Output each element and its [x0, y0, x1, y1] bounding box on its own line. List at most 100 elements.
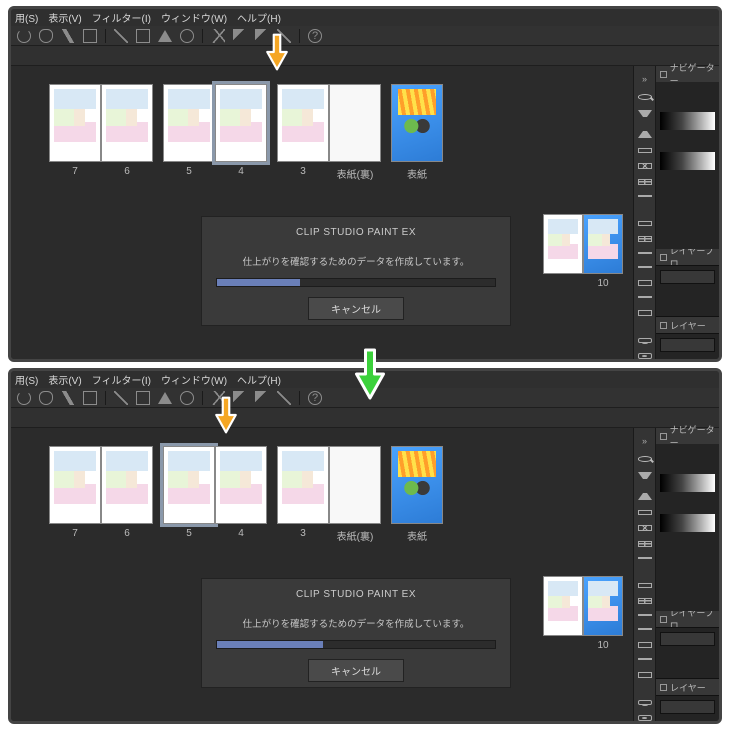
- layer-property-palette-body[interactable]: [656, 627, 719, 679]
- page-thumbnail[interactable]: [391, 84, 443, 162]
- rect-icon[interactable]: [638, 672, 652, 678]
- page-thumbnail[interactable]: [583, 214, 623, 274]
- page-thumbnail[interactable]: [215, 446, 267, 524]
- layer-palette-header[interactable]: レイヤー: [656, 679, 719, 695]
- page-manager[interactable]: 76543表紙(裏)表紙10CLIP STUDIO PAINT EX仕上がりを確…: [11, 66, 633, 362]
- cancel-button[interactable]: キャンセル: [308, 297, 404, 320]
- brush-icon[interactable]: [61, 29, 75, 43]
- help-icon[interactable]: ?: [308, 29, 322, 43]
- layer-palette-body[interactable]: [656, 695, 719, 724]
- pencil-icon[interactable]: [255, 391, 269, 405]
- rect-icon[interactable]: [638, 148, 652, 154]
- up-icon[interactable]: [638, 129, 652, 138]
- rect-icon[interactable]: [83, 29, 97, 43]
- pencil-icon[interactable]: [233, 29, 247, 43]
- help-icon[interactable]: ?: [308, 391, 322, 405]
- bars-icon[interactable]: [638, 614, 652, 618]
- page-thumbnail[interactable]: [543, 214, 583, 274]
- reload-icon[interactable]: [17, 391, 31, 405]
- layer-palette-header[interactable]: レイヤー: [656, 317, 719, 333]
- menu-item[interactable]: フィルター(I): [92, 10, 151, 25]
- page-thumbnail[interactable]: [329, 446, 381, 524]
- rect-icon[interactable]: [136, 29, 150, 43]
- menu-item[interactable]: ウィンドウ(W): [161, 372, 227, 387]
- rect-icon[interactable]: [136, 391, 150, 405]
- zoom-icon[interactable]: [638, 94, 652, 100]
- diag-icon[interactable]: [114, 391, 128, 405]
- layer-row[interactable]: [660, 632, 715, 646]
- rect-icon[interactable]: [638, 310, 652, 316]
- rect-icon[interactable]: [83, 391, 97, 405]
- page-thumbnail[interactable]: [391, 446, 443, 524]
- bars-icon[interactable]: [638, 266, 652, 270]
- menu-item[interactable]: 用(S): [15, 372, 38, 387]
- layer-row[interactable]: [660, 700, 715, 714]
- cancel-button[interactable]: キャンセル: [308, 659, 404, 682]
- menu-item[interactable]: フィルター(I): [92, 372, 151, 387]
- circ-icon[interactable]: [180, 29, 194, 43]
- page-thumbnail[interactable]: [583, 576, 623, 636]
- page-thumbnail[interactable]: [49, 84, 101, 162]
- diag-icon[interactable]: [277, 29, 291, 43]
- page-thumbnail[interactable]: [215, 84, 267, 162]
- rect-icon[interactable]: [638, 583, 652, 589]
- bars-icon[interactable]: [638, 252, 652, 256]
- layer-property-palette-header[interactable]: レイヤープロ: [656, 249, 719, 265]
- diag-icon[interactable]: [277, 391, 291, 405]
- chk-icon[interactable]: [211, 391, 225, 405]
- up-icon[interactable]: [638, 491, 652, 500]
- circ-icon[interactable]: [180, 391, 194, 405]
- down-icon[interactable]: [638, 110, 652, 119]
- page-thumbnail[interactable]: [329, 84, 381, 162]
- brush-icon[interactable]: [61, 391, 75, 405]
- navigator-palette-header[interactable]: ナビゲーター: [656, 66, 719, 82]
- menu-item[interactable]: 用(S): [15, 10, 38, 25]
- x-icon[interactable]: [638, 163, 652, 169]
- reload-icon[interactable]: [17, 29, 31, 43]
- bars-icon[interactable]: [638, 557, 652, 561]
- rect-icon[interactable]: [638, 280, 652, 286]
- page-manager[interactable]: 76543表紙(裏)表紙10CLIP STUDIO PAINT EX仕上がりを確…: [11, 428, 633, 724]
- rect-icon[interactable]: [638, 221, 652, 227]
- layer-row[interactable]: [660, 270, 715, 284]
- menu-item[interactable]: ウィンドウ(W): [161, 10, 227, 25]
- bars-icon[interactable]: [638, 628, 652, 632]
- navigator-palette-body[interactable]: [656, 82, 719, 249]
- menu-item[interactable]: 表示(V): [48, 372, 81, 387]
- page-thumbnail[interactable]: [101, 84, 153, 162]
- menu-item[interactable]: ヘルプ(H): [237, 372, 281, 387]
- tri-icon[interactable]: [158, 30, 172, 42]
- chevron-right-icon[interactable]: »: [642, 74, 647, 84]
- bars-icon[interactable]: [638, 658, 652, 662]
- chevron-right-icon[interactable]: »: [642, 436, 647, 446]
- grid-icon[interactable]: [638, 541, 652, 547]
- person-icon[interactable]: [638, 715, 652, 721]
- tri-icon[interactable]: [158, 392, 172, 404]
- layer-row[interactable]: [660, 338, 715, 352]
- diag-icon[interactable]: [114, 29, 128, 43]
- cam-icon[interactable]: [638, 700, 652, 706]
- layer-property-palette-header[interactable]: レイヤープロ: [656, 611, 719, 627]
- menu-item[interactable]: ヘルプ(H): [237, 10, 281, 25]
- rect-icon[interactable]: [638, 510, 652, 516]
- page-thumbnail[interactable]: [543, 576, 583, 636]
- cam-icon[interactable]: [638, 338, 652, 344]
- menu-item[interactable]: 表示(V): [48, 10, 81, 25]
- navigator-palette-body[interactable]: [656, 444, 719, 611]
- person-icon[interactable]: [638, 353, 652, 359]
- grid-icon[interactable]: [638, 236, 652, 242]
- layer-palette-body[interactable]: [656, 333, 719, 362]
- pencil-icon[interactable]: [233, 391, 247, 405]
- page-thumbnail[interactable]: [277, 446, 329, 524]
- down-icon[interactable]: [638, 472, 652, 481]
- grid-icon[interactable]: [638, 598, 652, 604]
- page-thumbnail[interactable]: [163, 446, 215, 524]
- navigator-palette-header[interactable]: ナビゲーター: [656, 428, 719, 444]
- rect-icon[interactable]: [638, 642, 652, 648]
- x-icon[interactable]: [638, 525, 652, 531]
- bars-icon[interactable]: [638, 195, 652, 199]
- page-thumbnail[interactable]: [163, 84, 215, 162]
- page-thumbnail[interactable]: [101, 446, 153, 524]
- cloud-icon[interactable]: [39, 391, 53, 405]
- page-thumbnail[interactable]: [277, 84, 329, 162]
